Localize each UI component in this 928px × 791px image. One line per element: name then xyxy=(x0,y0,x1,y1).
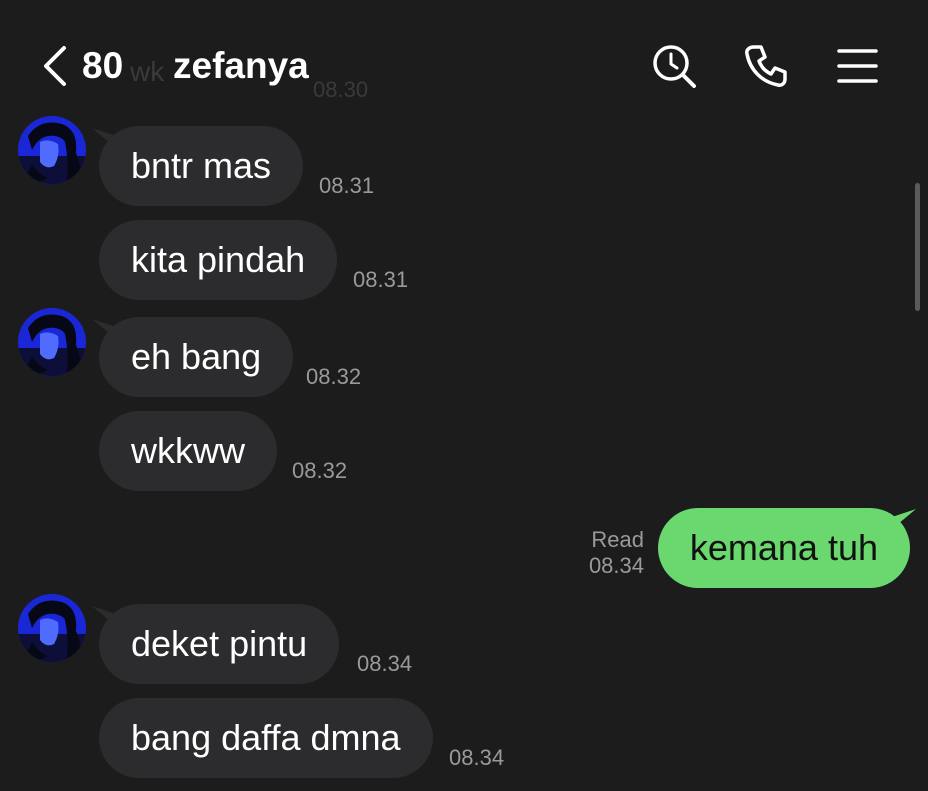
scrollbar[interactable] xyxy=(915,183,920,311)
message-bubble[interactable]: deket pintu xyxy=(99,604,340,684)
message-time: 08.32 xyxy=(292,458,348,483)
message-bubble[interactable]: wkkww xyxy=(99,411,277,491)
back-button[interactable] xyxy=(38,44,78,88)
unread-count[interactable]: 80 xyxy=(82,44,123,88)
message-time: 08.31 xyxy=(353,267,409,292)
menu-button[interactable] xyxy=(834,42,882,90)
chat-title[interactable]: zefanya xyxy=(173,44,309,88)
search-button[interactable] xyxy=(650,42,698,90)
search-icon xyxy=(653,45,696,88)
message-bubble[interactable]: eh bang xyxy=(99,317,294,397)
phone-icon xyxy=(745,45,787,87)
message-time: 08.32 xyxy=(306,364,362,389)
read-receipt: Read 08.34 xyxy=(589,527,644,579)
chevron-left-icon xyxy=(44,46,66,86)
read-status: Read xyxy=(591,527,644,552)
message-time: 08.34 xyxy=(449,745,505,770)
avatar[interactable] xyxy=(18,116,86,184)
message-bubble[interactable]: bntr mas xyxy=(99,126,304,206)
call-button[interactable] xyxy=(742,42,790,90)
menu-icon xyxy=(837,49,878,83)
message-bubble[interactable]: kita pindah xyxy=(99,220,338,300)
ghost-message-text: wk xyxy=(130,56,165,87)
message-time: 08.34 xyxy=(357,651,413,676)
message-time: 08.31 xyxy=(319,173,375,198)
ghost-message-time: 08.30 xyxy=(313,77,369,102)
message-time: 08.34 xyxy=(588,553,644,578)
chat-screen: wk 08.30 80 zefanya bntr mas 08.31 kita … xyxy=(0,0,928,791)
message-bubble[interactable]: bang daffa dmna xyxy=(99,698,433,778)
message-bubble-outgoing[interactable]: kemana tuh xyxy=(657,508,910,588)
chat-header: wk 08.30 80 zefanya xyxy=(0,0,928,120)
avatar[interactable] xyxy=(18,308,86,376)
avatar[interactable] xyxy=(18,594,86,662)
